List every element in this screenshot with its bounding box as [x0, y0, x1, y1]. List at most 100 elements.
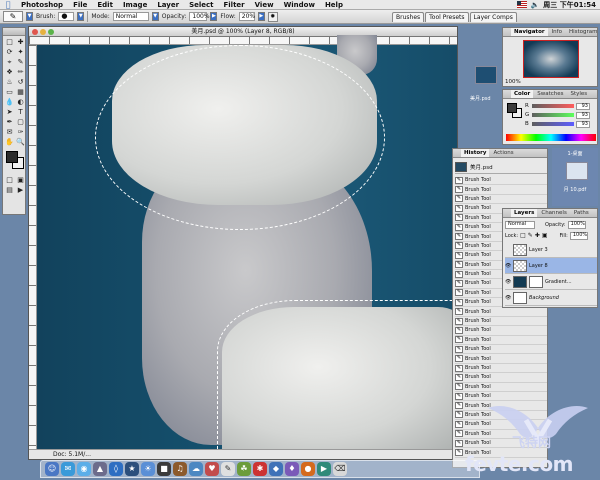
toolbox-header[interactable] — [3, 28, 25, 36]
app-icon[interactable]: ☀ — [141, 462, 155, 476]
mode-select-arrow[interactable]: ▼ — [151, 12, 159, 21]
speaker-icon[interactable]: 🔈 — [531, 1, 540, 9]
tab-history[interactable]: History — [461, 149, 490, 157]
brush-size-arrow[interactable]: ▼ — [77, 12, 85, 21]
history-item[interactable]: ✎ Brush Tool — [455, 195, 547, 205]
desktop-label-a[interactable]: 1-桌面 — [558, 150, 592, 157]
well-tab-tool-presets[interactable]: Tool Presets — [425, 12, 469, 22]
path-selection-tool-icon[interactable]: ➤ — [4, 107, 15, 117]
menu-photoshop[interactable]: Photoshop — [16, 0, 68, 10]
clone-stamp-tool-icon[interactable]: ♨ — [4, 77, 15, 87]
history-item[interactable]: ✎ Brush Tool — [455, 307, 547, 317]
brush-tool-icon[interactable]: ✏ — [15, 67, 26, 77]
g-value[interactable]: 93 — [576, 111, 590, 119]
app-icon[interactable]: ■ — [157, 462, 171, 476]
b-value[interactable]: 93 — [576, 120, 590, 128]
history-item[interactable]: ✎ Brush Tool — [455, 364, 547, 374]
app-icon[interactable]: ★ — [125, 462, 139, 476]
history-brush-tool-icon[interactable]: ↺ — [15, 77, 26, 87]
mail-icon[interactable]: ✉ — [61, 462, 75, 476]
app-icon[interactable]: ♥ — [205, 462, 219, 476]
app-icon[interactable]: ▶ — [317, 462, 331, 476]
app-icon[interactable]: ● — [301, 462, 315, 476]
layer-row[interactable]: 👁 Background — [505, 290, 597, 306]
healing-brush-tool-icon[interactable]: ❖ — [4, 67, 15, 77]
navigator-thumbnail[interactable] — [523, 40, 579, 78]
lock-position-icon[interactable]: ✚ — [535, 232, 540, 239]
menu-file[interactable]: File — [68, 0, 92, 10]
zoom-icon[interactable] — [48, 29, 54, 35]
ruler-vertical[interactable] — [29, 45, 37, 449]
history-item[interactable]: ✎ Brush Tool — [455, 317, 547, 327]
tab-swatches[interactable]: Swatches — [534, 90, 566, 98]
navigator-zoom-value[interactable]: 100% — [505, 79, 521, 85]
app-icon[interactable]: ♦ — [285, 462, 299, 476]
eyedropper-tool-icon[interactable]: ✑ — [15, 127, 26, 137]
type-tool-icon[interactable]: T — [15, 107, 26, 117]
menu-view[interactable]: View — [250, 0, 279, 10]
b-slider[interactable] — [532, 122, 574, 126]
airbrush-button[interactable]: ✹ — [267, 11, 278, 22]
image-canvas[interactable] — [37, 35, 457, 459]
well-tab-layer-comps[interactable]: Layer Comps — [469, 12, 517, 22]
tab-info[interactable]: Info — [549, 28, 565, 36]
tab-histogram[interactable]: Histogram — [566, 28, 600, 36]
tab-actions[interactable]: Actions — [490, 149, 516, 157]
menu-filter[interactable]: Filter — [219, 0, 250, 10]
color-spectrum-bar[interactable] — [506, 134, 596, 141]
history-item[interactable]: ✎ Brush Tool — [455, 185, 547, 195]
app-icon[interactable]: ◆ — [269, 462, 283, 476]
app-icon[interactable]: ▲ — [93, 462, 107, 476]
hand-tool-icon[interactable]: ✋ — [4, 137, 15, 147]
app-icon[interactable]: ✎ — [221, 462, 235, 476]
history-item[interactable]: ✎ Brush Tool — [455, 345, 547, 355]
flow-input[interactable]: 20% — [238, 12, 255, 21]
document-titlebar[interactable]: 美月.psd @ 100% (Layer 8, RGB/8) — [29, 27, 457, 37]
g-slider[interactable] — [532, 113, 574, 117]
photoshop-icon[interactable]: ◊ — [109, 462, 123, 476]
close-icon[interactable] — [32, 29, 38, 35]
history-item[interactable]: ✎ Brush Tool — [455, 354, 547, 364]
eraser-tool-icon[interactable]: ▭ — [4, 87, 15, 97]
desktop-psd-label[interactable]: 美月.psd — [470, 95, 491, 102]
layer-opacity-input[interactable]: 100% — [567, 220, 586, 229]
finder-icon[interactable]: ☺ — [45, 462, 59, 476]
history-snapshot[interactable]: 美月.psd — [455, 160, 547, 174]
history-item[interactable]: ✎ Brush Tool — [455, 326, 547, 336]
layer-row-selected[interactable]: 👁 Layer 8 — [505, 258, 597, 274]
fill-input[interactable]: 100% — [569, 231, 588, 240]
shape-tool-icon[interactable]: ▢ — [15, 117, 26, 127]
menu-help[interactable]: Help — [320, 0, 348, 10]
visibility-eye-icon[interactable]: 👁 — [505, 295, 511, 301]
desktop-label-b[interactable]: 月 10.pdf — [554, 186, 596, 193]
menu-select[interactable]: Select — [184, 0, 218, 10]
mode-select[interactable]: Normal — [112, 12, 149, 21]
menu-layer[interactable]: Layer — [152, 0, 184, 10]
trash-icon[interactable]: ⌫ — [333, 462, 347, 476]
apple-icon[interactable]:  — [0, 0, 16, 9]
brush-preset-picker[interactable]: ✎ — [3, 11, 23, 22]
history-item[interactable]: ✎ Brush Tool — [455, 176, 547, 186]
minimize-icon[interactable] — [40, 29, 46, 35]
menu-window[interactable]: Window — [279, 0, 320, 10]
magic-wand-tool-icon[interactable]: ✦ — [15, 47, 26, 57]
menu-edit[interactable]: Edit — [92, 0, 118, 10]
visibility-eye-icon[interactable]: 👁 — [505, 279, 511, 285]
brush-size-picker[interactable]: ● — [58, 12, 75, 21]
app-icon[interactable]: ♫ — [173, 462, 187, 476]
lock-all-icon[interactable]: ▣ — [542, 232, 548, 239]
r-value[interactable]: 93 — [576, 102, 590, 110]
lasso-tool-icon[interactable]: ⟳ — [4, 47, 15, 57]
color-fg-swatch[interactable] — [507, 103, 517, 113]
pen-tool-icon[interactable]: ✒ — [4, 117, 15, 127]
app-icon[interactable]: ☘ — [237, 462, 251, 476]
flow-arrow[interactable]: ▶ — [257, 12, 265, 21]
well-tab-brushes[interactable]: Brushes — [392, 12, 425, 22]
app-icon[interactable]: ☁ — [189, 462, 203, 476]
opacity-input[interactable]: 100% — [189, 12, 210, 21]
lock-image-icon[interactable]: ✎ — [528, 232, 533, 239]
preset-dropdown-arrow[interactable]: ▼ — [26, 12, 33, 21]
layer-row[interactable]: Layer 3 — [505, 242, 597, 258]
desktop-psd-icon[interactable] — [475, 66, 497, 84]
foreground-color-swatch[interactable] — [6, 151, 18, 163]
